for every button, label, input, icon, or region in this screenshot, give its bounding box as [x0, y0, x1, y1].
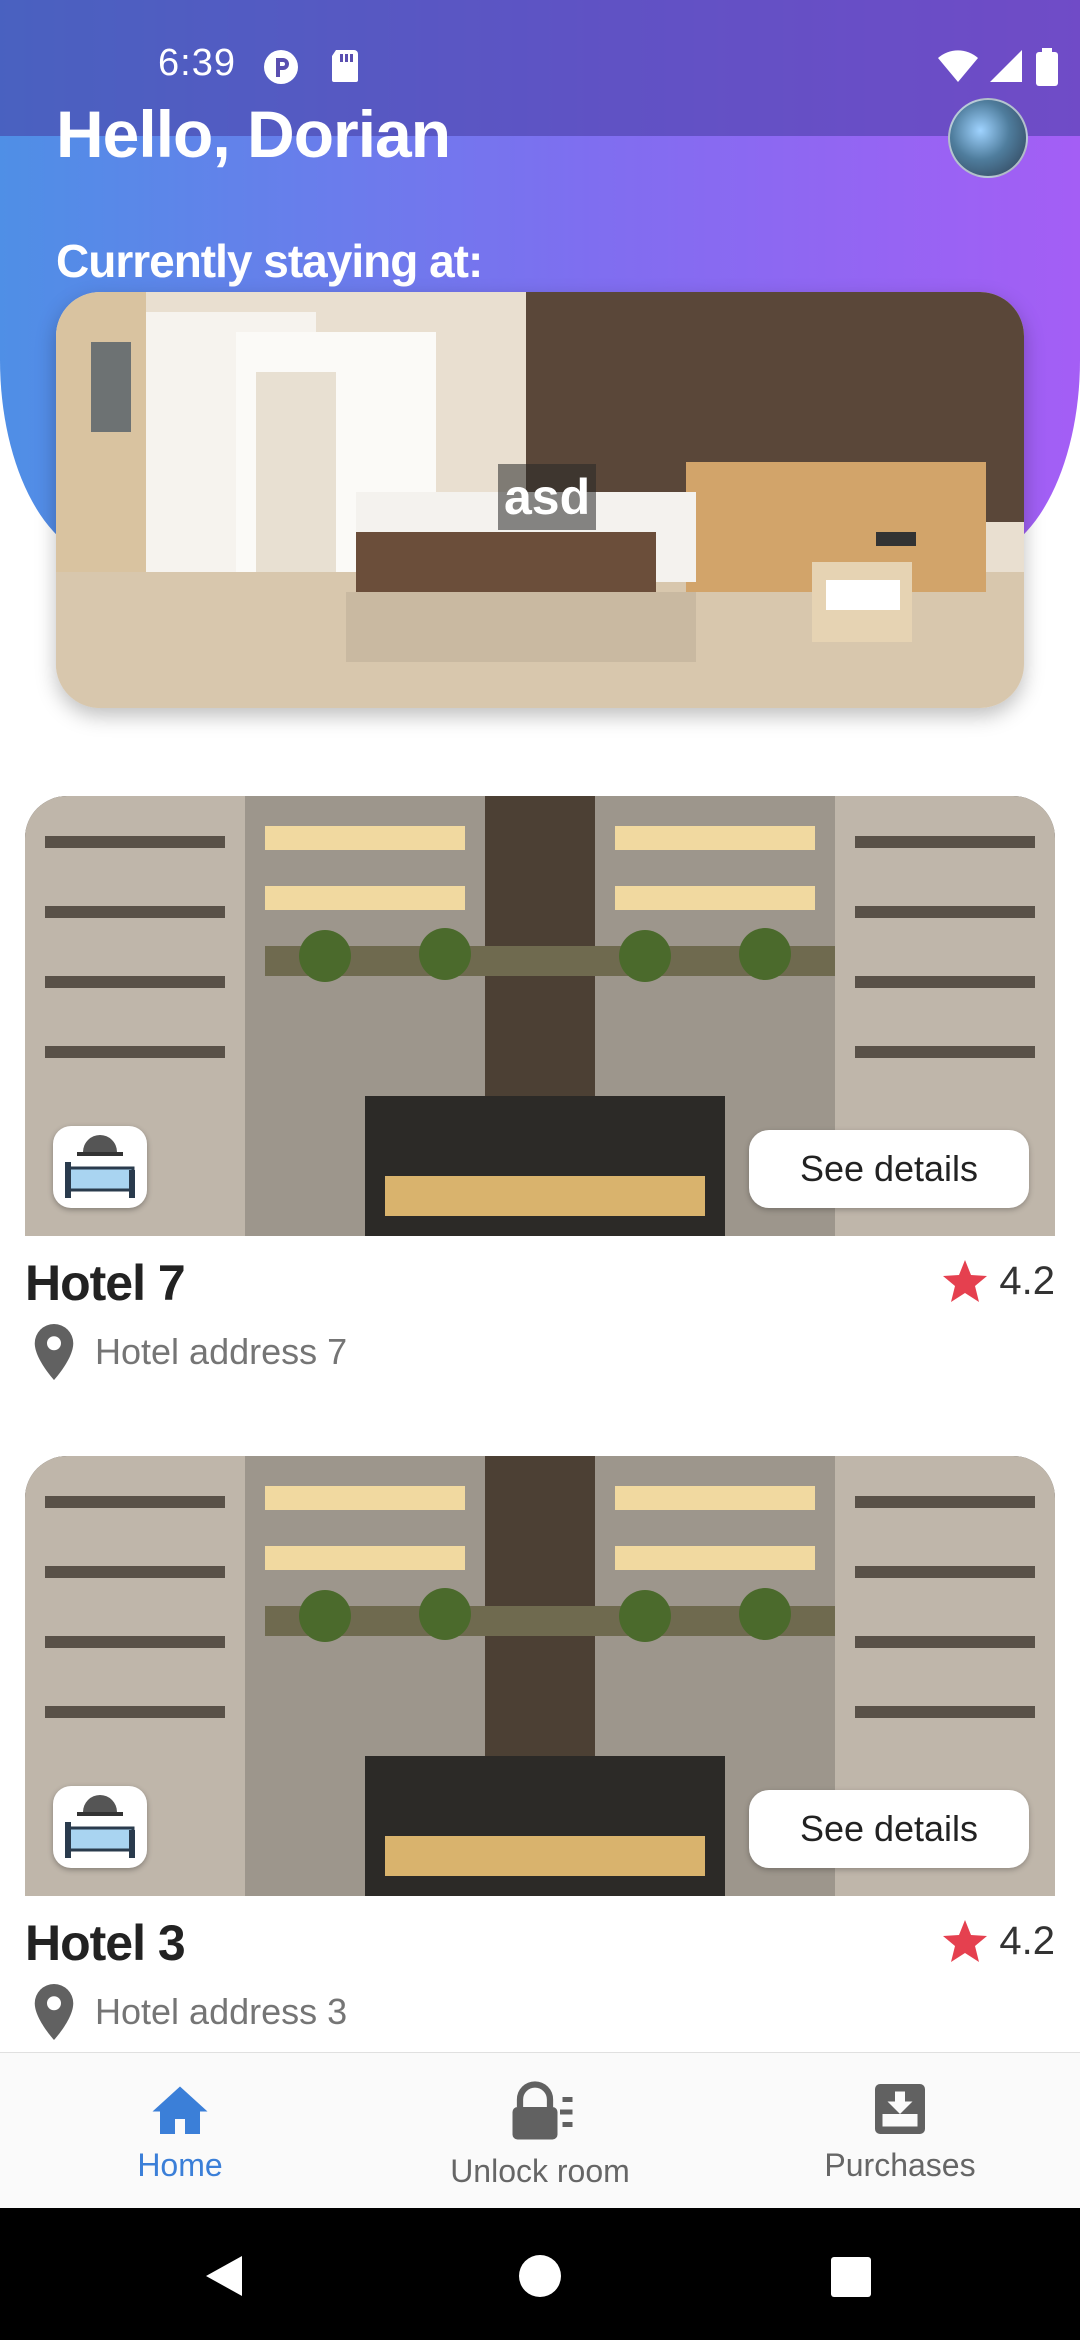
- room-service-icon: [65, 1795, 135, 1858]
- room-service-badge: [53, 1126, 147, 1208]
- battery-icon: [1036, 48, 1058, 86]
- back-icon[interactable]: [204, 2254, 244, 2298]
- star-icon: [943, 1920, 988, 1962]
- wifi-icon: [938, 50, 978, 82]
- signal-icon: [990, 50, 1022, 82]
- room-service-icon: [65, 1135, 135, 1198]
- avatar[interactable]: [948, 98, 1028, 178]
- nav-label-purchases: Purchases: [824, 2147, 976, 2183]
- lock-icon: [512, 2081, 573, 2140]
- nav-item-purchases[interactable]: Purchases: [720, 2053, 1080, 2209]
- home-circle-icon[interactable]: [518, 2254, 562, 2298]
- greeting-title: Hello, Dorian: [56, 97, 451, 171]
- current-stay-card[interactable]: asd: [56, 292, 1024, 708]
- hotel-card[interactable]: See details Hotel 3 4.2 Hotel address 3: [25, 1456, 1055, 2040]
- nav-label-home: Home: [137, 2147, 223, 2183]
- status-time: 6:39: [158, 42, 236, 84]
- notification-p-icon: [264, 50, 298, 84]
- currently-staying-label: Currently staying at:: [56, 235, 483, 287]
- hotel-name: Hotel 7: [25, 1255, 186, 1311]
- hotel-address-row: Hotel address 7: [33, 1324, 347, 1380]
- nav-label-unlock-room: Unlock room: [450, 2153, 630, 2189]
- rating-value: 4.2: [999, 1258, 1055, 1303]
- nav-item-unlock-room[interactable]: Unlock room: [360, 2053, 720, 2209]
- nav-item-home[interactable]: Home: [0, 2053, 360, 2209]
- rating-value: 4.2: [999, 1918, 1055, 1963]
- room-service-badge: [53, 1786, 147, 1868]
- hotel-name: Hotel 3: [25, 1915, 186, 1971]
- star-icon: [943, 1260, 988, 1302]
- hotel-address: Hotel address 7: [95, 1331, 348, 1372]
- see-details-button[interactable]: See details: [749, 1130, 1029, 1208]
- hotel-address-row: Hotel address 3: [33, 1984, 347, 2040]
- current-hotel-name: asd: [498, 464, 597, 530]
- purchases-icon: [875, 2084, 925, 2134]
- location-pin-icon: [34, 1984, 74, 2040]
- hotel-address: Hotel address 3: [95, 1991, 348, 2032]
- sd-card-icon: [332, 50, 358, 82]
- hotel-rating: 4.2: [941, 1918, 1055, 1964]
- home-icon: [152, 2086, 208, 2134]
- see-details-button[interactable]: See details: [749, 1790, 1029, 1868]
- location-pin-icon: [34, 1324, 74, 1380]
- hotel-rating: 4.2: [941, 1258, 1055, 1304]
- hotel-card[interactable]: See details Hotel 7 4.2 Hotel address 7: [25, 796, 1055, 1380]
- bottom-navigation: Home Unlock room Purchases: [0, 2052, 1080, 2209]
- recents-icon[interactable]: [830, 2256, 872, 2298]
- system-navigation-bar: [0, 2208, 1080, 2340]
